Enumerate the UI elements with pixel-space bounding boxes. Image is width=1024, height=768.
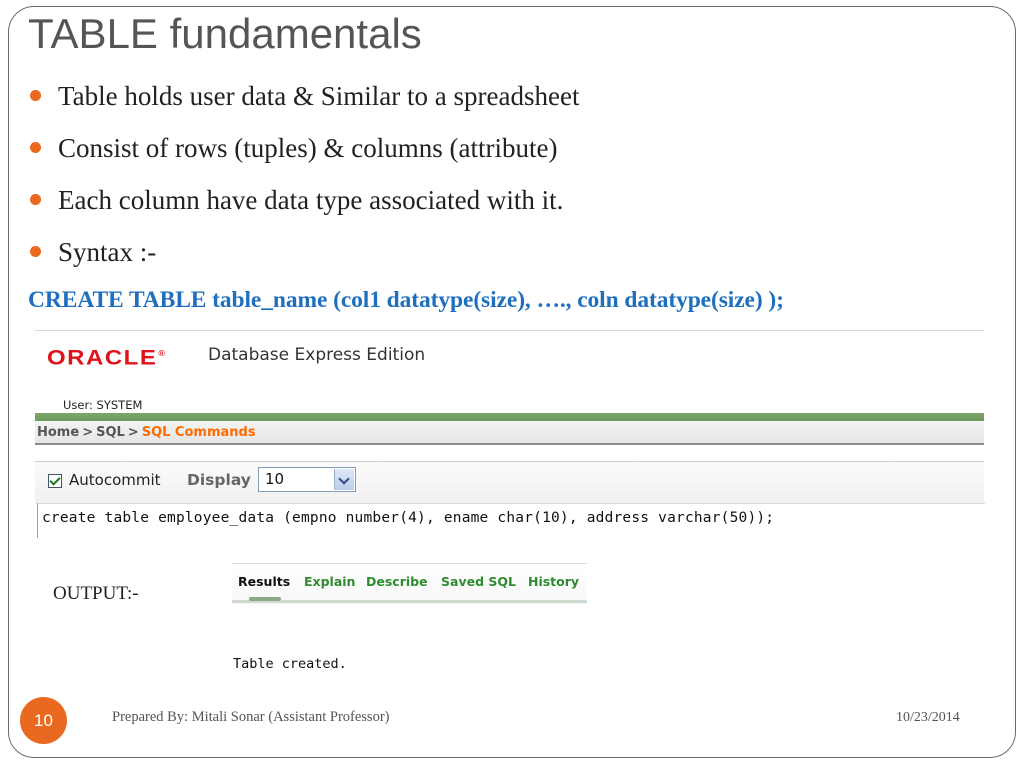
bullet-dot-icon — [30, 246, 41, 257]
autocommit-checkbox[interactable] — [48, 474, 62, 488]
bullet-text: Table holds user data & Similar to a spr… — [58, 81, 580, 111]
bullet-item: Table holds user data & Similar to a spr… — [30, 78, 579, 130]
breadcrumb-current: SQL Commands — [141, 425, 256, 440]
display-select[interactable]: 10 — [258, 467, 356, 492]
product-edition: Database Express Edition — [208, 345, 426, 365]
oracle-logo: ORACLE® — [47, 345, 166, 370]
breadcrumb-home[interactable]: Home — [37, 425, 79, 440]
bullet-item: Syntax :- — [30, 234, 579, 286]
bullet-list: Table holds user data & Similar to a spr… — [30, 78, 579, 286]
oracle-screenshot: ORACLE® Database Express Edition User: S… — [35, 330, 985, 540]
bullet-item: Consist of rows (tuples) & columns (attr… — [30, 130, 579, 182]
tab-results[interactable]: Results — [238, 574, 290, 589]
output-label: OUTPUT:- — [53, 583, 139, 604]
bullet-text: Consist of rows (tuples) & columns (attr… — [58, 133, 558, 163]
breadcrumb-separator: > — [127, 425, 139, 440]
bullet-text: Syntax :- — [58, 237, 157, 267]
trademark-symbol: ® — [158, 349, 167, 358]
active-tab-indicator — [249, 597, 281, 601]
syntax-statement: CREATE TABLE table_name (col1 datatype(s… — [28, 287, 784, 313]
result-message: Table created. — [233, 656, 347, 672]
slide-title: TABLE fundamentals — [28, 10, 422, 57]
sql-command-text: create table employee_data (empno number… — [42, 510, 775, 526]
tab-history[interactable]: History — [528, 574, 579, 589]
header-bar — [35, 413, 984, 421]
autocommit-label: Autocommit — [69, 471, 161, 489]
current-user: User: SYSTEM — [63, 398, 143, 412]
bullet-dot-icon — [30, 90, 41, 101]
breadcrumb-separator: > — [82, 425, 94, 440]
bullet-text: Each column have data type associated wi… — [58, 185, 564, 215]
tab-describe[interactable]: Describe — [366, 574, 428, 589]
display-label: Display — [187, 471, 251, 489]
display-value: 10 — [265, 470, 285, 488]
tab-explain[interactable]: Explain — [304, 574, 355, 589]
result-tabs: Results Explain Describe Saved SQL Histo… — [232, 563, 587, 604]
bullet-dot-icon — [30, 194, 41, 205]
chevron-down-icon[interactable] — [334, 469, 354, 490]
divider — [35, 330, 984, 331]
sql-editor[interactable]: create table employee_data (empno number… — [37, 503, 985, 538]
breadcrumb-sql[interactable]: SQL — [96, 425, 125, 440]
breadcrumb: Home > SQL > SQL Commands — [35, 421, 984, 445]
tab-saved-sql[interactable]: Saved SQL — [441, 574, 516, 589]
footer-author: Prepared By: Mitali Sonar (Assistant Pro… — [112, 709, 390, 725]
bullet-dot-icon — [30, 142, 41, 153]
bullet-item: Each column have data type associated wi… — [30, 182, 579, 234]
tab-underline — [232, 600, 587, 603]
footer-date: 10/23/2014 — [896, 710, 960, 725]
logo-text: ORACLE — [47, 345, 158, 370]
sql-toolbar: Autocommit Display 10 — [35, 461, 984, 504]
page-number: 10 — [20, 697, 67, 744]
